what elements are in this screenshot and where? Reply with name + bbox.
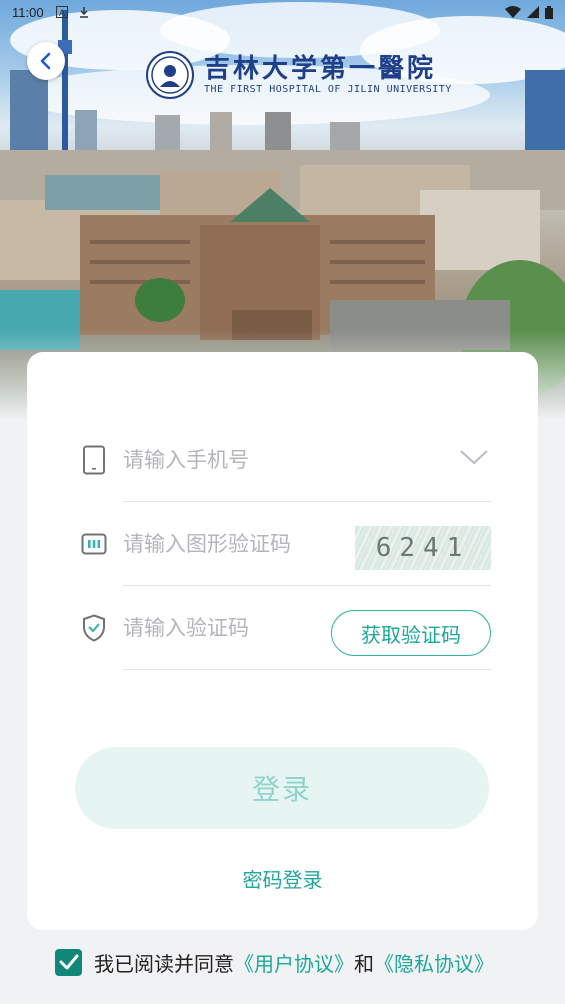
chevron-left-icon xyxy=(40,52,51,70)
password-login-link[interactable]: 密码登录 xyxy=(27,864,538,893)
svg-text:A: A xyxy=(59,8,65,18)
captcha-field: 6241 xyxy=(77,502,491,586)
agreement-checkbox[interactable] xyxy=(55,948,82,976)
hospital-name-en: THE FIRST HOSPITAL OF JILIN UNIVERSITY xyxy=(204,84,452,95)
captcha-input[interactable] xyxy=(123,532,343,556)
login-card: 6241 获取验证码 登录 密码登录 xyxy=(27,352,538,930)
sms-code-field: 获取验证码 xyxy=(77,586,491,670)
download-icon xyxy=(79,7,88,18)
a-notification-icon: A xyxy=(55,6,68,18)
hospital-logo: 吉林大学第一醫院 THE FIRST HOSPITAL OF JILIN UNI… xyxy=(146,50,452,100)
agreement-conjunction: 和 xyxy=(354,951,374,976)
phone-input[interactable] xyxy=(123,448,343,472)
battery-icon xyxy=(545,5,553,19)
hospital-seal-icon xyxy=(146,51,194,99)
login-button[interactable]: 登录 xyxy=(75,747,489,829)
get-code-button[interactable]: 获取验证码 xyxy=(331,610,491,656)
phone-icon xyxy=(77,443,111,477)
captcha-icon xyxy=(77,527,111,561)
status-time: 11:00 xyxy=(12,4,44,20)
privacy-agreement-link[interactable]: 《隐私协议》 xyxy=(374,948,494,977)
hospital-name-cn: 吉林大学第一醫院 xyxy=(204,54,437,84)
captcha-image[interactable]: 6241 xyxy=(355,526,491,570)
shield-check-icon xyxy=(77,611,111,645)
chevron-down-icon[interactable] xyxy=(459,448,489,466)
agreement-prefix: 我已阅读并同意 xyxy=(94,951,234,976)
signal-icon xyxy=(527,6,539,18)
agreement-row: 我已阅读并同意 《用户协议》 和 《隐私协议》 xyxy=(55,947,494,977)
captcha-image-text: 6241 xyxy=(375,533,471,563)
check-icon xyxy=(59,954,78,970)
user-agreement-link[interactable]: 《用户协议》 xyxy=(234,948,354,977)
sms-code-input[interactable] xyxy=(123,616,343,640)
wifi-icon xyxy=(505,6,521,18)
status-bar: 11:00 A xyxy=(0,0,565,24)
back-button[interactable] xyxy=(27,42,65,80)
phone-field xyxy=(77,418,491,502)
